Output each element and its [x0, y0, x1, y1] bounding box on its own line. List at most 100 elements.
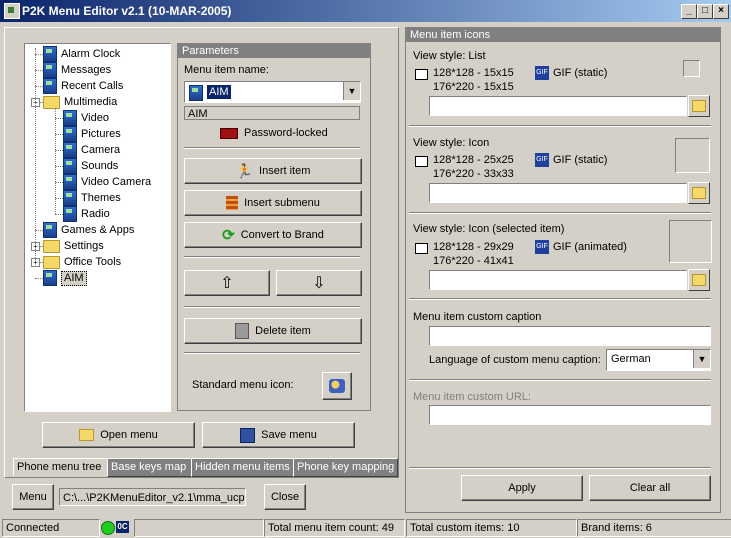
standard-menu-icon-label: Standard menu icon: [192, 379, 294, 391]
delete-item-label: Delete item [255, 325, 311, 337]
list-icon-path-field[interactable] [429, 96, 687, 116]
icon-selected-size-176: 176*220 - 41x41 [433, 255, 514, 267]
divider [409, 298, 711, 300]
standard-menu-icon-button[interactable] [322, 372, 352, 400]
tree-item-label: Video Camera [81, 176, 152, 188]
tree-item-camera[interactable]: Camera [63, 142, 120, 158]
tree-item-label: AIM [61, 270, 87, 286]
list-browse-button[interactable] [688, 95, 710, 117]
tree-connector [55, 214, 63, 215]
list-format: GIF (static) [553, 67, 608, 79]
tree-item-messages[interactable]: Messages [43, 62, 111, 78]
phone-icon [43, 222, 57, 238]
clear-all-button[interactable]: Clear all [589, 475, 711, 501]
tab-base-keys-map[interactable]: Base keys map [107, 458, 194, 477]
tree-connector [55, 108, 56, 214]
view-style-icon-selected-label: View style: Icon (selected item) [413, 223, 565, 235]
insert-item-button[interactable]: 🏃 Insert item [184, 158, 362, 184]
trash-icon [235, 323, 250, 339]
icon-selected-size-128: 128*128 - 29x29 [433, 241, 514, 253]
icon-selected-browse-button[interactable] [688, 269, 710, 291]
icon-format: GIF (static) [553, 154, 608, 166]
delete-item-button[interactable]: Delete item [184, 318, 362, 344]
tree-connector [35, 278, 43, 279]
password-locked-toggle[interactable]: Password-locked [220, 125, 340, 141]
tree-item-pictures[interactable]: Pictures [63, 126, 121, 142]
menu-button[interactable]: Menu [12, 484, 54, 510]
tree-connector [55, 118, 63, 119]
icon-path-field[interactable] [429, 183, 687, 203]
phone-icon [189, 85, 203, 101]
tree-item-recent-calls[interactable]: Recent Calls [43, 78, 123, 94]
open-menu-button[interactable]: Open menu [42, 422, 195, 448]
monitor-icon [415, 69, 428, 80]
brand-items: Brand items: 6 [577, 519, 731, 537]
insert-item-label: Insert item [259, 165, 311, 177]
phone-menu-tree[interactable]: Alarm Clock Messages Recent Calls Multimedi… [24, 43, 171, 412]
phone-icon [63, 190, 77, 206]
icon-selected-path-field[interactable] [429, 270, 687, 290]
list-size-176: 176*220 - 15x15 [433, 81, 514, 93]
folder-icon [692, 274, 706, 286]
apply-button[interactable]: Apply [461, 475, 583, 501]
tree-item-label: Camera [81, 144, 121, 156]
phone-icon [43, 62, 57, 78]
tree-connector [35, 70, 43, 71]
move-up-button[interactable]: ⇧ [184, 270, 270, 296]
custom-url-label: Menu item custom URL: [413, 391, 531, 403]
divider [184, 352, 360, 354]
tree-item-label: Multimedia [64, 96, 118, 108]
tree-item-label: Video [81, 112, 109, 124]
tree-item-label: Office Tools [64, 256, 122, 268]
convert-to-brand-button[interactable]: ⟳ Convert to Brand [184, 222, 362, 248]
tree-item-label: Alarm Clock [61, 48, 121, 60]
menu-item-name-combo[interactable]: AIM ▼ [184, 81, 361, 103]
monitor-icon [415, 156, 428, 167]
tree-item-games-apps[interactable]: Games & Apps [43, 222, 134, 238]
icon-browse-button[interactable] [688, 182, 710, 204]
tab-hidden-menu-items[interactable]: Hidden menu items [191, 458, 295, 477]
save-menu-button[interactable]: Save menu [202, 422, 355, 448]
tree-item-office-tools[interactable]: Office Tools [43, 254, 121, 270]
menu-file-path: C:\...\P2KMenuEditor_v2.1\mma_ucp [59, 488, 246, 506]
tab-phone-key-mapping[interactable]: Phone key mapping [293, 458, 398, 477]
tree-item-label: Recent Calls [61, 80, 124, 92]
gif-film-icon: GIF [535, 66, 549, 80]
progress-bar [134, 519, 264, 537]
lock-indicator-icon [220, 127, 238, 139]
close-window-button[interactable]: × [713, 4, 729, 19]
tree-item-video[interactable]: Video [63, 110, 109, 126]
move-down-button[interactable]: ⇩ [276, 270, 362, 296]
phone-icon [63, 174, 77, 190]
tab-phone-menu-tree[interactable]: Phone menu tree [13, 458, 110, 476]
divider [409, 125, 711, 127]
chevron-down-icon[interactable]: ▼ [343, 82, 360, 100]
close-button[interactable]: Close [264, 484, 306, 510]
view-style-icon-label: View style: Icon [413, 137, 490, 149]
gif-film-icon: GIF [535, 153, 549, 167]
chevron-down-icon[interactable]: ▼ [693, 350, 710, 368]
icon-preview [675, 138, 710, 173]
folder-icon [692, 187, 706, 199]
window-title: P2K Menu Editor v2.1 (10-MAR-2005) [22, 4, 232, 18]
total-custom-items: Total custom items: 10 [406, 519, 577, 537]
list-size-128: 128*128 - 15x15 [433, 67, 514, 79]
list-icon-preview [683, 60, 700, 77]
tree-item-sounds[interactable]: Sounds [63, 158, 118, 174]
tree-item-aim[interactable]: AIM [43, 270, 87, 286]
minimize-button[interactable]: _ [681, 4, 697, 19]
tree-item-themes[interactable]: Themes [63, 190, 121, 206]
tree-connector [55, 134, 63, 135]
custom-caption-field[interactable] [429, 326, 711, 346]
tree-item-settings[interactable]: Settings [43, 238, 104, 254]
language-select[interactable]: German ▼ [606, 349, 711, 371]
app-icon [4, 3, 20, 19]
custom-url-field[interactable] [429, 405, 711, 425]
menu-item-name-value: AIM [207, 85, 231, 99]
tree-item-alarm-clock[interactable]: Alarm Clock [43, 46, 120, 62]
divider [409, 212, 711, 214]
tree-item-radio[interactable]: Radio [63, 206, 110, 222]
insert-submenu-button[interactable]: Insert submenu [184, 190, 362, 216]
tree-item-video-camera[interactable]: Video Camera [63, 174, 151, 190]
maximize-button[interactable]: □ [697, 4, 713, 19]
